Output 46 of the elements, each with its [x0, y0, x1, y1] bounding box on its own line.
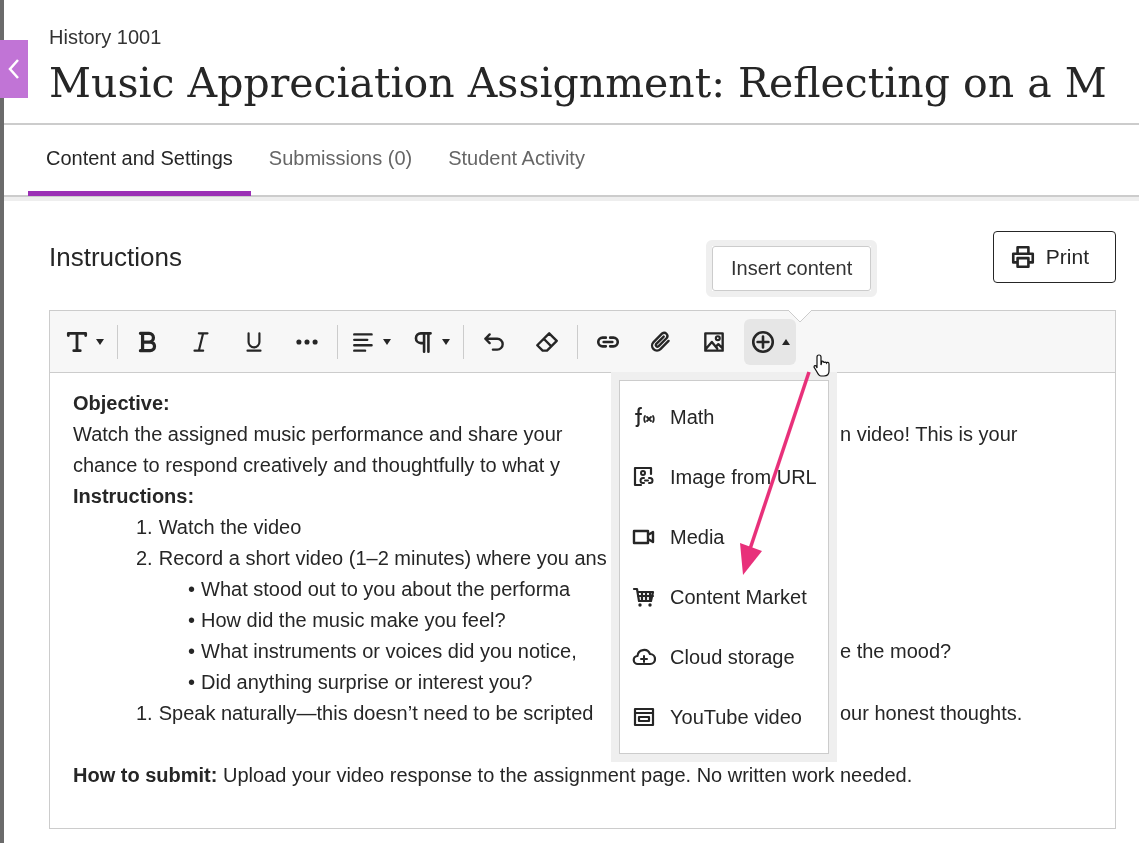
printer-icon [1009, 244, 1036, 270]
tooltip-pointer [788, 309, 812, 323]
body-text: our honest thoughts. [840, 701, 1023, 726]
body-text: Watch the assigned music performance and share your [73, 423, 563, 445]
tab[interactable]: Student Activity [430, 125, 603, 196]
body-text: chance to respond creatively and thoughtfully to what y [73, 454, 560, 476]
caret-icon [782, 338, 790, 345]
bullet-mark: • [188, 639, 195, 664]
section-heading: Instructions [49, 241, 182, 273]
body-text: How did the music make you feel? [201, 609, 506, 631]
body-text: Speak naturally—this doesn’t need to be scripted [158, 702, 594, 724]
body-text: n video! This is your [840, 422, 1018, 447]
course-name: History 1001 [49, 26, 162, 49]
more-icon [296, 338, 318, 345]
body-text: How to submit: Upload your video response to the assignment page. No written work needed. [73, 764, 913, 786]
body-text: e the mood? [840, 639, 952, 664]
list-number: 1. [136, 701, 153, 726]
body-text: What instruments or voices did you notice, [201, 640, 577, 662]
body-heading: Objective: [73, 392, 170, 414]
video-window-icon [632, 705, 656, 729]
bullet-mark: • [188, 577, 195, 602]
insert-content-button[interactable] [744, 318, 796, 365]
tab[interactable]: Submissions (0) [250, 125, 431, 196]
print-button[interactable]: Print [992, 231, 1116, 283]
tab[interactable]: Content and Settings [28, 125, 251, 196]
cart-icon [632, 585, 656, 609]
body-text: What stood out to you about the performa [201, 578, 571, 600]
body-text: Record a short video (1–2 minutes) where you ans [158, 547, 607, 569]
body-text: Watch the video [158, 516, 302, 538]
collapse-button[interactable] [0, 40, 28, 98]
bullet-mark: • [188, 670, 195, 695]
bullet-mark: • [188, 608, 195, 633]
function-icon [632, 405, 656, 429]
hand-cursor-icon [813, 354, 830, 377]
caret-icon [442, 338, 450, 345]
list-number: 1. [136, 515, 153, 540]
chevron-left-icon [8, 58, 20, 80]
tooltip: Insert content [706, 240, 878, 297]
caret-icon [96, 338, 104, 345]
image-link-icon [632, 465, 656, 489]
page-title: Music Appreciation Assignment: Reflecting on a M [49, 58, 1107, 109]
add-circle-icon [750, 328, 776, 355]
body-text: Did anything surprise or interest you? [201, 671, 533, 693]
caret-icon [383, 338, 391, 345]
body-heading: Instructions: [73, 485, 195, 507]
list-number: 2. [136, 546, 153, 571]
